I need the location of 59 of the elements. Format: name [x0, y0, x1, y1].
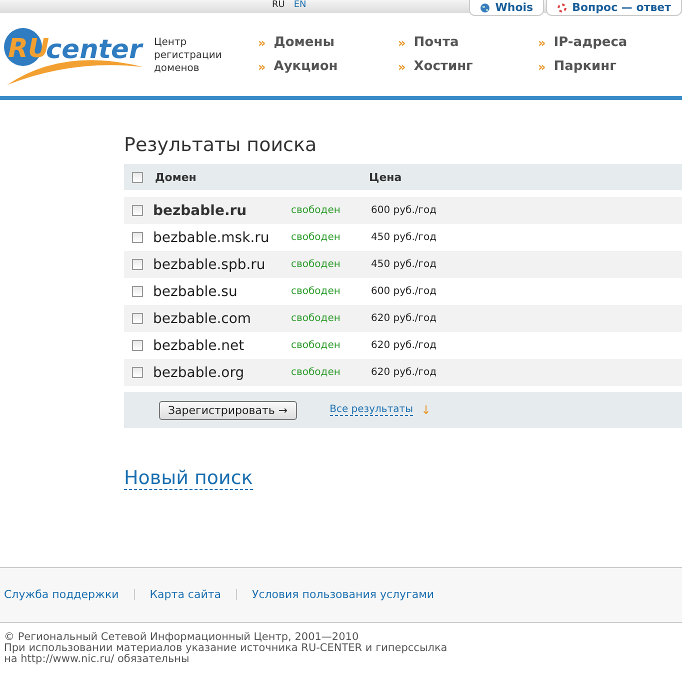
status-text: свободен [291, 259, 342, 270]
nav-link[interactable]: Аукцион [274, 59, 338, 74]
logo-tagline: Центр регистрации доменов [154, 36, 223, 75]
status-text: свободен [291, 232, 342, 243]
nav-link[interactable]: Домены [274, 35, 334, 50]
chevron-icon: » [398, 60, 406, 74]
row-checkbox[interactable] [132, 367, 143, 378]
all-results-link[interactable]: Все результаты [330, 404, 413, 416]
language-link[interactable]: RU [272, 0, 285, 11]
nav-link[interactable]: Почта [414, 35, 459, 50]
nav-link[interactable]: Паркинг [554, 59, 616, 74]
copyright-text: © Региональный Сетевой Информационный Центр, 2001—2010 При использовании материалов указание источника RU-CENTER и гиперссылка на http://www.nic.ru/ обязательны [3, 630, 448, 665]
price-text: 620 руб./год [371, 340, 437, 351]
row-checkbox[interactable] [132, 205, 143, 216]
price-text: 600 руб./год [371, 205, 437, 216]
row-checkbox[interactable] [132, 340, 143, 351]
price-text: 450 руб./год [371, 259, 437, 270]
register-button[interactable]: Зарегистрировать → [159, 400, 297, 420]
status-text: свободен [291, 286, 342, 297]
price-text: 620 руб./год [371, 367, 437, 378]
lifebuoy-icon [557, 2, 568, 12]
footer-link[interactable]: Карта сайта [150, 588, 222, 602]
chevron-icon: » [538, 36, 546, 50]
column-header: Цена [369, 170, 402, 184]
domain-name: bezbable.ru [153, 202, 248, 218]
status-text: свободен [291, 313, 342, 324]
footer-link[interactable]: Условия пользования услугами [252, 588, 434, 602]
header-tab[interactable]: Whois [469, 0, 544, 16]
language-link[interactable]: EN [294, 0, 306, 11]
row-checkbox[interactable] [132, 286, 143, 297]
status-text: свободен [291, 205, 342, 216]
domain-name: bezbable.org [153, 364, 246, 380]
chevron-icon: » [398, 36, 406, 50]
chevron-icon: » [538, 60, 546, 74]
price-text: 620 руб./год [371, 313, 437, 324]
status-text: свободен [291, 367, 342, 378]
footer-link[interactable]: Служба поддержки [4, 588, 119, 602]
chevron-icon: » [258, 36, 266, 50]
chevron-icon: » [258, 60, 266, 74]
row-checkbox[interactable] [132, 259, 143, 270]
select-all-checkbox[interactable] [132, 172, 143, 182]
arrow-icon: ↓ [421, 403, 432, 417]
row-checkbox[interactable] [132, 313, 143, 324]
globe-icon [480, 2, 490, 12]
nav-link[interactable]: Хостинг [414, 59, 473, 74]
status-text: свободен [291, 340, 342, 351]
domain-name: bezbable.net [153, 338, 246, 354]
domain-name: bezbable.su [153, 284, 238, 300]
domain-name: bezbable.spb.ru [153, 256, 266, 272]
column-header: Домен [155, 170, 198, 184]
domain-name: bezbable.com [153, 310, 252, 326]
page-title: Результаты поиска [124, 134, 318, 156]
nav-link[interactable]: IP-адреса [554, 35, 628, 50]
price-text: 600 руб./год [371, 286, 437, 297]
header-tab[interactable]: Вопрос — ответ [546, 0, 682, 16]
domain-name: bezbable.msk.ru [153, 230, 270, 246]
row-checkbox[interactable] [132, 232, 143, 243]
price-text: 450 руб./год [371, 232, 437, 243]
new-search-link[interactable]: Новый поиск [124, 468, 253, 490]
